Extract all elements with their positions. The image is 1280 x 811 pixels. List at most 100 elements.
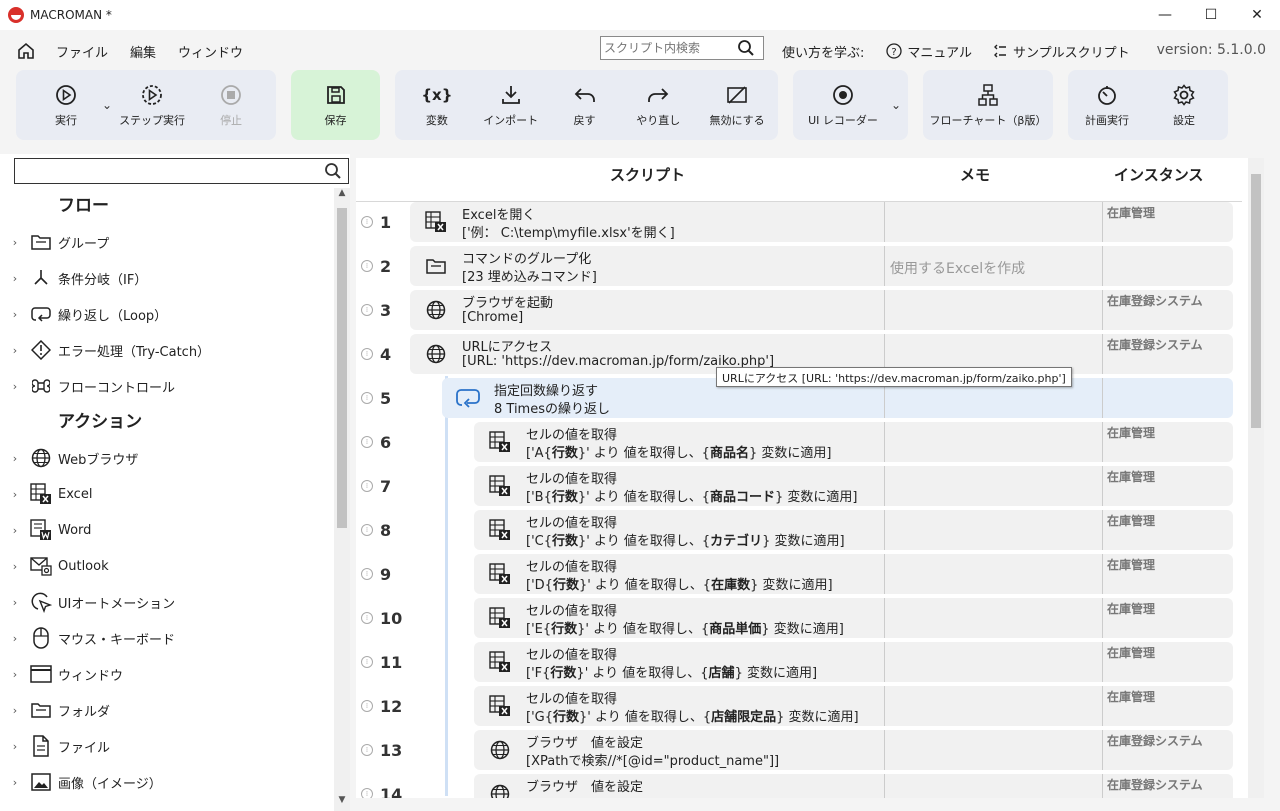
command-card[interactable]: ブラウザ 値を設定 在庫登録システム <box>474 774 1233 798</box>
action-search-input[interactable] <box>18 160 318 182</box>
undo-button[interactable]: 戻す <box>543 70 627 140</box>
drag-handle-icon[interactable]: ⁞ <box>361 480 373 492</box>
chevron-right-icon[interactable]: › <box>0 452 30 465</box>
memo-cell[interactable] <box>884 202 1102 242</box>
manual-link[interactable]: ? マニュアル <box>886 42 972 61</box>
settings-button[interactable]: 設定 <box>1146 70 1222 140</box>
drag-handle-icon[interactable]: ⁞ <box>361 348 373 360</box>
drag-handle-icon[interactable]: ⁞ <box>361 260 373 272</box>
command-card[interactable]: セルの値を取得 ['E{行数}' より 値を取得し、{商品単価} 変数に適用] 在庫… <box>474 598 1233 638</box>
schedule-button[interactable]: 計画実行 <box>1068 70 1146 140</box>
command-card[interactable]: セルの値を取得 ['D{行数}' より 値を取得し、{在庫数} 変数に適用] 在庫管… <box>474 554 1233 594</box>
action-item[interactable]: › ウィンドウ <box>0 656 334 692</box>
memo-cell[interactable]: 使用するExcelを作成 <box>884 246 1102 286</box>
script-row[interactable]: ⁞ 11 セルの値を取得 ['F{行数}' より 値を取得し、{店舗} 変数に適用] 在… <box>356 642 1246 682</box>
run-button[interactable]: 実行 <box>34 70 98 140</box>
memo-cell[interactable] <box>884 730 1102 770</box>
memo-cell[interactable] <box>884 598 1102 638</box>
action-item[interactable]: › UIオートメーション <box>0 584 334 620</box>
script-row[interactable]: ⁞ 1 Excelを開く ['例： C:\temp\myfile.xlsx'を開く] 在… <box>356 202 1246 242</box>
action-item[interactable]: › ファイル <box>0 728 334 764</box>
flow-item[interactable]: › 繰り返し（Loop） <box>0 296 334 332</box>
command-card[interactable]: セルの値を取得 ['F{行数}' より 値を取得し、{店舗} 変数に適用] 在庫管理 <box>474 642 1233 682</box>
drag-handle-icon[interactable]: ⁞ <box>361 436 373 448</box>
chevron-right-icon[interactable]: › <box>0 236 30 249</box>
script-row[interactable]: ⁞ 12 セルの値を取得 ['G{行数}' より 値を取得し、{店舗限定品} 変数に適… <box>356 686 1246 726</box>
command-card[interactable]: セルの値を取得 ['C{行数}' より 値を取得し、{カテゴリ} 変数に適用] 在庫… <box>474 510 1233 550</box>
memo-cell[interactable] <box>884 686 1102 726</box>
drag-handle-icon[interactable]: ⁞ <box>361 700 373 712</box>
action-item[interactable]: › マウス・キーボード <box>0 620 334 656</box>
menu-file[interactable]: ファイル <box>56 42 108 61</box>
chevron-right-icon[interactable]: › <box>0 668 30 681</box>
close-button[interactable]: ✕ <box>1234 0 1280 30</box>
home-icon[interactable] <box>16 41 36 61</box>
command-card[interactable]: セルの値を取得 ['A{行数}' より 値を取得し、{商品名} 変数に適用] 在庫管… <box>474 422 1233 462</box>
script-row[interactable]: ⁞ 13 ブラウザ 値を設定 [XPathで検索//*[@id="product_na… <box>356 730 1246 770</box>
drag-handle-icon[interactable]: ⁞ <box>361 612 373 624</box>
step-run-button[interactable]: ステップ実行 <box>116 70 188 140</box>
memo-cell[interactable] <box>884 554 1102 594</box>
script-row[interactable]: ⁞ 3 ブラウザを起動 [Chrome] 在庫登録システム <box>356 290 1246 330</box>
scrollbar-thumb[interactable] <box>337 208 347 528</box>
command-card[interactable]: ブラウザを起動 [Chrome] 在庫登録システム <box>410 290 1233 330</box>
flow-item[interactable]: › 条件分岐（IF） <box>0 260 334 296</box>
chevron-right-icon[interactable]: › <box>0 560 30 573</box>
save-button[interactable]: 保存 <box>291 70 380 140</box>
search-icon[interactable] <box>324 162 342 184</box>
command-card[interactable]: ブラウザ 値を設定 [XPathで検索//*[@id="product_name"… <box>474 730 1233 770</box>
scrollbar-thumb[interactable] <box>1251 174 1261 428</box>
disable-button[interactable]: 無効にする <box>696 70 778 140</box>
script-panel-scrollbar[interactable] <box>1248 158 1264 798</box>
chevron-right-icon[interactable]: › <box>0 632 30 645</box>
chevron-right-icon[interactable]: › <box>0 488 30 501</box>
chevron-right-icon[interactable]: › <box>0 524 30 537</box>
script-row[interactable]: ⁞ 7 セルの値を取得 ['B{行数}' より 値を取得し、{商品コード} 変数に適用… <box>356 466 1246 506</box>
maximize-button[interactable]: ☐ <box>1188 0 1234 30</box>
scroll-down-icon[interactable]: ▼ <box>334 795 350 811</box>
memo-cell[interactable] <box>884 510 1102 550</box>
command-card[interactable]: Excelを開く ['例： C:\temp\myfile.xlsx'を開く] 在庫管… <box>410 202 1233 242</box>
menu-window[interactable]: ウィンドウ <box>178 42 243 61</box>
search-icon[interactable] <box>737 39 755 61</box>
redo-button[interactable]: やり直し <box>626 70 690 140</box>
memo-cell[interactable] <box>884 774 1102 798</box>
ui-recorder-button[interactable]: UI レコーダー <box>799 70 887 140</box>
flowchart-button[interactable]: フローチャート（β版） <box>923 70 1053 140</box>
memo-cell[interactable] <box>884 642 1102 682</box>
action-item[interactable]: › Excel <box>0 476 334 512</box>
memo-cell[interactable] <box>884 290 1102 330</box>
sample-script-link[interactable]: サンプルスクリプト <box>994 42 1130 61</box>
action-item[interactable]: › Word <box>0 512 334 548</box>
action-item[interactable]: › 画像（イメージ） <box>0 764 334 800</box>
command-card[interactable]: セルの値を取得 ['B{行数}' より 値を取得し、{商品コード} 変数に適用] 在… <box>474 466 1233 506</box>
command-card[interactable]: コマンドのグループ化 [23 埋め込みコマンド] 使用するExcelを作成 <box>410 246 1233 286</box>
drag-handle-icon[interactable]: ⁞ <box>361 524 373 536</box>
drag-handle-icon[interactable]: ⁞ <box>361 392 373 404</box>
recorder-dropdown-chevron-icon[interactable]: ⌄ <box>891 98 901 112</box>
drag-handle-icon[interactable]: ⁞ <box>361 304 373 316</box>
drag-handle-icon[interactable]: ⁞ <box>361 568 373 580</box>
action-item[interactable]: › Outlook <box>0 548 334 584</box>
run-dropdown-chevron-icon[interactable]: ⌄ <box>102 98 112 112</box>
flow-item[interactable]: › エラー処理（Try-Catch） <box>0 332 334 368</box>
chevron-right-icon[interactable]: › <box>0 308 30 321</box>
chevron-right-icon[interactable]: › <box>0 344 30 357</box>
variable-button[interactable]: {x} 変数 <box>395 70 479 140</box>
minimize-button[interactable]: — <box>1142 0 1188 30</box>
chevron-right-icon[interactable]: › <box>0 272 30 285</box>
flow-item[interactable]: › フローコントロール <box>0 368 334 404</box>
action-item[interactable]: › フォルダ <box>0 692 334 728</box>
script-row[interactable]: ⁞ 8 セルの値を取得 ['C{行数}' より 値を取得し、{カテゴリ} 変数に適用]… <box>356 510 1246 550</box>
script-row[interactable]: ⁞ 14 ブラウザ 値を設定 在庫登録システム <box>356 774 1246 798</box>
command-card[interactable]: セルの値を取得 ['G{行数}' より 値を取得し、{店舗限定品} 変数に適用] 在… <box>474 686 1233 726</box>
action-item[interactable]: › Webブラウザ <box>0 440 334 476</box>
chevron-right-icon[interactable]: › <box>0 380 30 393</box>
drag-handle-icon[interactable]: ⁞ <box>361 216 373 228</box>
stop-button[interactable]: 停止 <box>196 70 266 140</box>
drag-handle-icon[interactable]: ⁞ <box>361 744 373 756</box>
script-row[interactable]: ⁞ 9 セルの値を取得 ['D{行数}' より 値を取得し、{在庫数} 変数に適用] 在… <box>356 554 1246 594</box>
chevron-right-icon[interactable]: › <box>0 776 30 789</box>
flow-item[interactable]: › グループ <box>0 224 334 260</box>
chevron-right-icon[interactable]: › <box>0 740 30 753</box>
